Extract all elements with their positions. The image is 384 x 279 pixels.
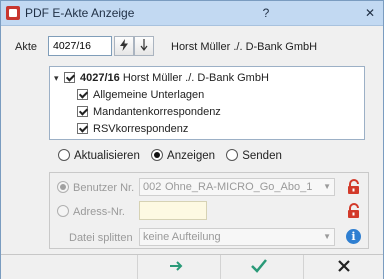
benutzer-value: Ohne_RA-MICRO_Go_Abo_1 bbox=[165, 181, 313, 193]
radio-circle[interactable] bbox=[151, 149, 164, 161]
tree-item-checkbox[interactable] bbox=[77, 123, 88, 134]
radio-circle[interactable] bbox=[226, 149, 239, 161]
chevron-down-icon: ▼ bbox=[323, 232, 331, 241]
pdf-app-icon bbox=[6, 6, 20, 20]
radio-aktualisieren[interactable]: Aktualisieren bbox=[58, 149, 140, 162]
akte-lookup-button[interactable] bbox=[114, 36, 134, 56]
akte-sort-button[interactable] bbox=[134, 36, 154, 56]
x-icon bbox=[337, 260, 350, 272]
datei-splitten-label: Datei splitten bbox=[69, 232, 133, 244]
tree-item[interactable]: Mandantenkorrespondenz bbox=[77, 104, 221, 120]
datei-splitten-value: keine Aufteilung bbox=[143, 231, 221, 243]
lightning-icon bbox=[120, 39, 128, 51]
checkmark-icon bbox=[251, 259, 267, 273]
ok-button[interactable] bbox=[220, 255, 297, 279]
tree-item-label: Mandantenkorrespondenz bbox=[93, 106, 221, 118]
lock-icon[interactable] bbox=[346, 203, 362, 219]
radio-label: Aktualisieren bbox=[74, 150, 140, 162]
tree-item-label: RSVkorrespondenz bbox=[93, 123, 189, 135]
radio-anzeigen[interactable]: Anzeigen bbox=[151, 149, 216, 162]
tree-item-checkbox[interactable] bbox=[77, 89, 88, 100]
mode-radio-group: Aktualisieren Anzeigen Senden bbox=[58, 149, 282, 162]
benutzer-label: Benutzer Nr. bbox=[73, 182, 135, 194]
radio-circle[interactable] bbox=[57, 205, 69, 217]
lock-icon[interactable] bbox=[346, 179, 362, 195]
radio-circle[interactable] bbox=[58, 149, 70, 161]
akte-input[interactable] bbox=[48, 36, 112, 56]
akte-name: Horst Müller ./. D-Bank GmbH bbox=[171, 41, 318, 53]
adress-input[interactable] bbox=[139, 201, 207, 220]
close-button[interactable]: ✕ bbox=[357, 4, 383, 22]
benutzer-select[interactable]: 002 Ohne_RA-MICRO_Go_Abo_1 ▼ bbox=[139, 178, 335, 196]
akte-label: Akte bbox=[15, 41, 38, 53]
radio-label: Anzeigen bbox=[167, 150, 216, 162]
dialog-window: PDF E-Akte Anzeige ? ✕ Akte Horst Müller… bbox=[0, 0, 384, 279]
radio-senden[interactable]: Senden bbox=[226, 149, 282, 162]
help-button[interactable]: ? bbox=[253, 4, 279, 22]
next-button[interactable] bbox=[137, 255, 214, 279]
radio-label: Senden bbox=[242, 150, 282, 162]
button-bar bbox=[1, 254, 383, 279]
tree-root-row[interactable]: ▾ 4027/16 Horst Müller ./. D-Bank GmbH bbox=[54, 70, 269, 86]
tree-item-label: Allgemeine Unterlagen bbox=[93, 89, 205, 101]
window-title: PDF E-Akte Anzeige bbox=[25, 6, 135, 20]
tree-root-name: Horst Müller ./. D-Bank GmbH bbox=[122, 72, 269, 84]
info-icon[interactable]: i bbox=[346, 229, 361, 244]
arrow-right-icon bbox=[170, 261, 183, 271]
collapse-icon[interactable]: ▾ bbox=[54, 70, 64, 86]
adress-label: Adress-Nr. bbox=[73, 206, 125, 218]
radio-circle[interactable] bbox=[57, 181, 69, 193]
arrow-down-icon bbox=[140, 39, 148, 51]
tree-root-number: 4027/16 bbox=[80, 72, 120, 84]
chevron-down-icon: ▼ bbox=[323, 182, 331, 191]
datei-splitten-select[interactable]: keine Aufteilung ▼ bbox=[139, 228, 335, 246]
title-bar: PDF E-Akte Anzeige ? ✕ bbox=[1, 1, 383, 26]
tree-item-checkbox[interactable] bbox=[77, 106, 88, 117]
tree-root-checkbox[interactable] bbox=[64, 72, 75, 83]
benutzer-number: 002 bbox=[143, 181, 162, 193]
cancel-button[interactable] bbox=[303, 255, 383, 279]
adress-radio[interactable]: Adress-Nr. bbox=[57, 205, 125, 218]
tree-item[interactable]: RSVkorrespondenz bbox=[77, 121, 188, 137]
tree-item[interactable]: Allgemeine Unterlagen bbox=[77, 87, 204, 103]
benutzer-radio[interactable]: Benutzer Nr. bbox=[57, 181, 134, 194]
document-tree: ▾ 4027/16 Horst Müller ./. D-Bank GmbH Al… bbox=[49, 66, 365, 140]
